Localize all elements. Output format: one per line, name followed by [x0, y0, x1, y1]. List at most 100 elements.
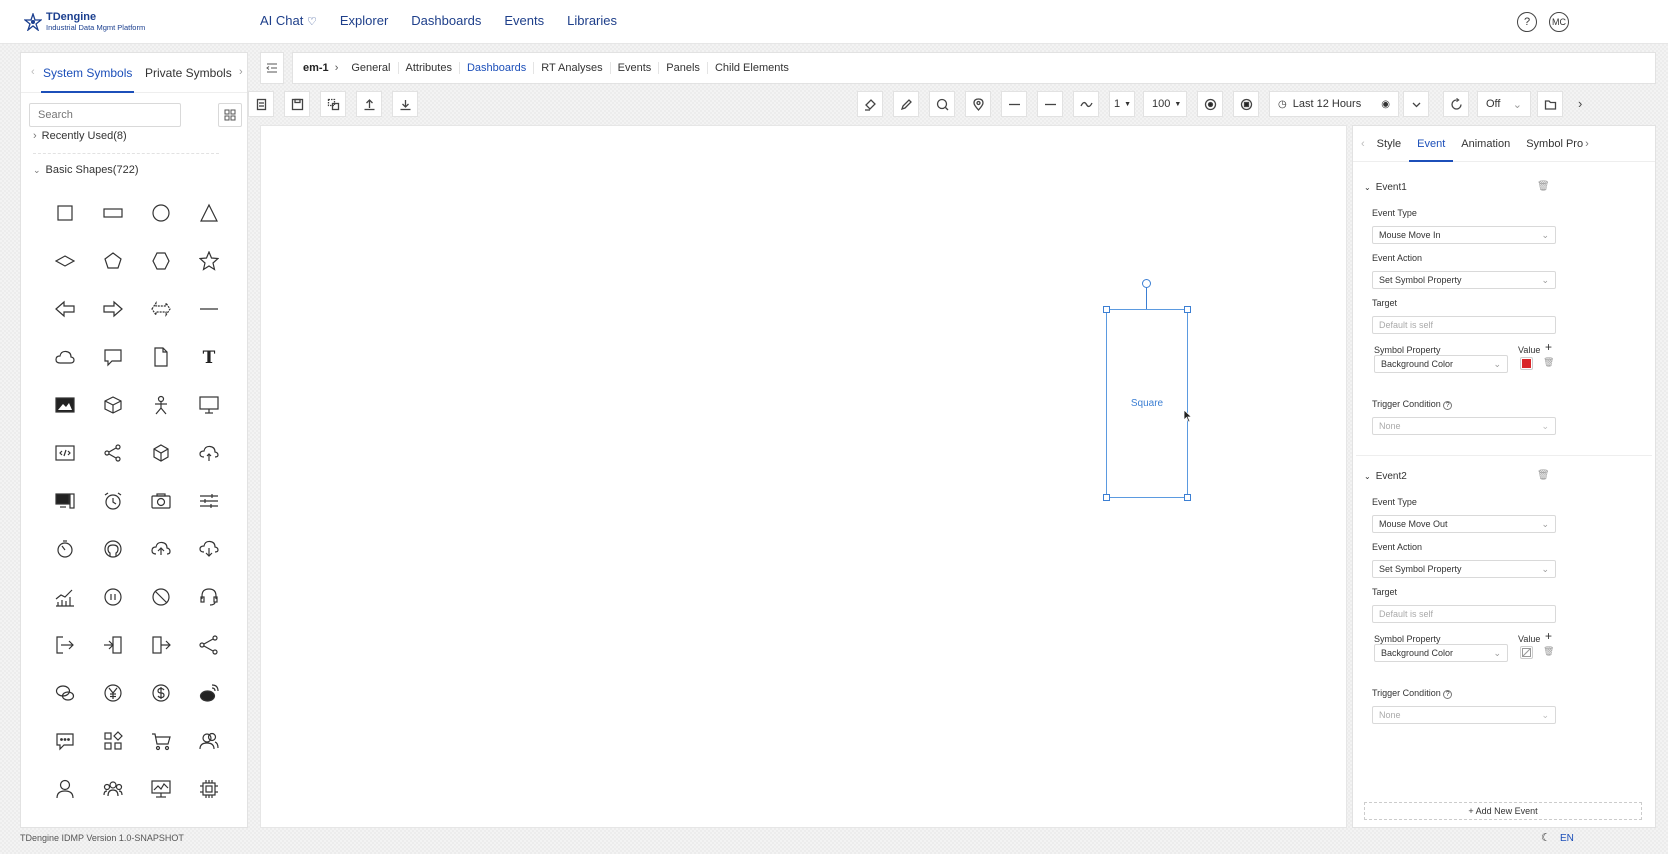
save-button[interactable]: [284, 91, 310, 117]
screen-button[interactable]: [1537, 91, 1563, 117]
upload-button[interactable]: [356, 91, 382, 117]
share-nodes-icon[interactable]: [185, 621, 233, 669]
tabs-next-icon[interactable]: ›: [1585, 138, 1589, 150]
share-icon[interactable]: [89, 429, 137, 477]
tab-general[interactable]: General: [344, 62, 397, 74]
refresh-button[interactable]: [1443, 91, 1469, 117]
tab-attributes[interactable]: Attributes: [397, 62, 459, 74]
line-dash-button[interactable]: [1037, 91, 1063, 117]
color-picker[interactable]: [1520, 646, 1533, 659]
zoom-tool-button[interactable]: [929, 91, 955, 117]
copy-button[interactable]: [248, 91, 274, 117]
add-new-event-button[interactable]: + Add New Event: [1364, 802, 1642, 820]
resize-handle[interactable]: [1184, 494, 1191, 501]
nav-dashboards[interactable]: Dashboards: [411, 13, 481, 28]
code-window-icon[interactable]: [41, 429, 89, 477]
nav-events[interactable]: Events: [504, 13, 544, 28]
symbol-search-input[interactable]: [29, 103, 181, 127]
arrow-right-icon[interactable]: [89, 285, 137, 333]
sliders-icon[interactable]: [185, 477, 233, 525]
download-button[interactable]: [392, 91, 418, 117]
replace-button[interactable]: [320, 91, 346, 117]
camera-icon[interactable]: [137, 477, 185, 525]
group-basic-shapes[interactable]: ⌄ Basic Shapes(722): [33, 164, 139, 176]
github-icon[interactable]: [89, 525, 137, 573]
door-exit-icon[interactable]: [137, 621, 185, 669]
tabs-prev-icon[interactable]: ‹: [31, 66, 35, 78]
dashboard-canvas[interactable]: Square: [260, 125, 1347, 828]
stroke-width-select[interactable]: 1 ▼: [1109, 91, 1135, 117]
auto-refresh-select[interactable]: Off ⌄: [1477, 91, 1531, 117]
chat-dots-icon[interactable]: [41, 717, 89, 765]
tab-child-elements[interactable]: Child Elements: [706, 62, 796, 74]
question-icon[interactable]: ?: [1443, 401, 1453, 410]
alarm-clock-icon[interactable]: [89, 477, 137, 525]
delete-property-icon[interactable]: 🗑: [1543, 357, 1554, 368]
app-logo[interactable]: TDengine Industrial Data Mgmt Platform: [24, 11, 145, 32]
breadcrumb-root[interactable]: em-1: [293, 62, 335, 74]
cube-icon[interactable]: [89, 381, 137, 429]
symbol-property-select[interactable]: Background Color ⌄: [1374, 644, 1508, 662]
user-icon[interactable]: [41, 765, 89, 813]
chip-icon[interactable]: [185, 765, 233, 813]
triangle-icon[interactable]: [185, 189, 233, 237]
dark-mode-icon[interactable]: ☾: [1541, 831, 1551, 844]
tab-event[interactable]: Event: [1409, 126, 1454, 162]
monitor-icon[interactable]: [185, 381, 233, 429]
delete-property-icon[interactable]: 🗑: [1543, 646, 1554, 657]
tabs-next-icon[interactable]: ›: [239, 66, 243, 78]
time-dropdown-button[interactable]: [1403, 91, 1429, 117]
pen-tool-button[interactable]: [893, 91, 919, 117]
apps-icon[interactable]: [89, 717, 137, 765]
event-action-select[interactable]: Set Symbol Property ⌄: [1372, 560, 1556, 578]
target-input[interactable]: Default is self: [1372, 605, 1556, 623]
trigger-condition-select[interactable]: None ⌄: [1372, 706, 1556, 724]
help-icon[interactable]: ?: [1517, 12, 1537, 32]
symbol-property-select[interactable]: Background Color ⌄: [1374, 355, 1508, 373]
delete-event-icon[interactable]: 🗑: [1537, 470, 1550, 481]
cart-icon[interactable]: [137, 717, 185, 765]
document-icon[interactable]: [137, 333, 185, 381]
resize-handle[interactable]: [1103, 306, 1110, 313]
double-arrow-icon[interactable]: [137, 285, 185, 333]
cloud-up-arrow-icon[interactable]: [137, 525, 185, 573]
square-icon[interactable]: [41, 189, 89, 237]
logout-icon[interactable]: [41, 621, 89, 669]
text-icon[interactable]: T: [185, 333, 233, 381]
person-icon[interactable]: [137, 381, 185, 429]
arrow-left-icon[interactable]: [41, 285, 89, 333]
event-type-select[interactable]: Mouse Move Out ⌄: [1372, 515, 1556, 533]
forbidden-icon[interactable]: [137, 573, 185, 621]
diamond-icon[interactable]: [41, 237, 89, 285]
stock-chart-icon[interactable]: [41, 573, 89, 621]
tab-rt-analyses[interactable]: RT Analyses: [533, 62, 609, 74]
pentagon-icon[interactable]: [89, 237, 137, 285]
tab-style[interactable]: Style: [1369, 126, 1409, 162]
collapse-sidebar-button[interactable]: [260, 52, 284, 84]
monitor-chart-icon[interactable]: [137, 765, 185, 813]
tabs-prev-icon[interactable]: ‹: [1353, 138, 1369, 150]
question-icon[interactable]: ?: [1443, 690, 1453, 699]
star-icon[interactable]: [185, 237, 233, 285]
add-property-icon[interactable]: +: [1545, 629, 1552, 643]
fill-tool-button[interactable]: [857, 91, 883, 117]
pause-icon[interactable]: [89, 573, 137, 621]
trigger-condition-select[interactable]: None ⌄: [1372, 417, 1556, 435]
computer-icon[interactable]: [41, 477, 89, 525]
record-button[interactable]: [1197, 91, 1223, 117]
nav-libraries[interactable]: Libraries: [567, 13, 617, 28]
line-icon[interactable]: [185, 285, 233, 333]
cloud-icon[interactable]: [41, 333, 89, 381]
rotate-handle[interactable]: [1142, 279, 1151, 288]
users-icon[interactable]: [185, 717, 233, 765]
cloud-down-arrow-icon[interactable]: [185, 525, 233, 573]
cloud-upload-icon[interactable]: [185, 429, 233, 477]
target-input[interactable]: Default is self: [1372, 316, 1556, 334]
circle-icon[interactable]: [137, 189, 185, 237]
line-style-button[interactable]: [1001, 91, 1027, 117]
wechat-icon[interactable]: [41, 669, 89, 717]
event1-header[interactable]: ⌄ Event1: [1364, 182, 1407, 193]
group-icon[interactable]: [89, 765, 137, 813]
color-picker[interactable]: [1520, 357, 1533, 370]
view-grid-button[interactable]: [218, 103, 242, 127]
